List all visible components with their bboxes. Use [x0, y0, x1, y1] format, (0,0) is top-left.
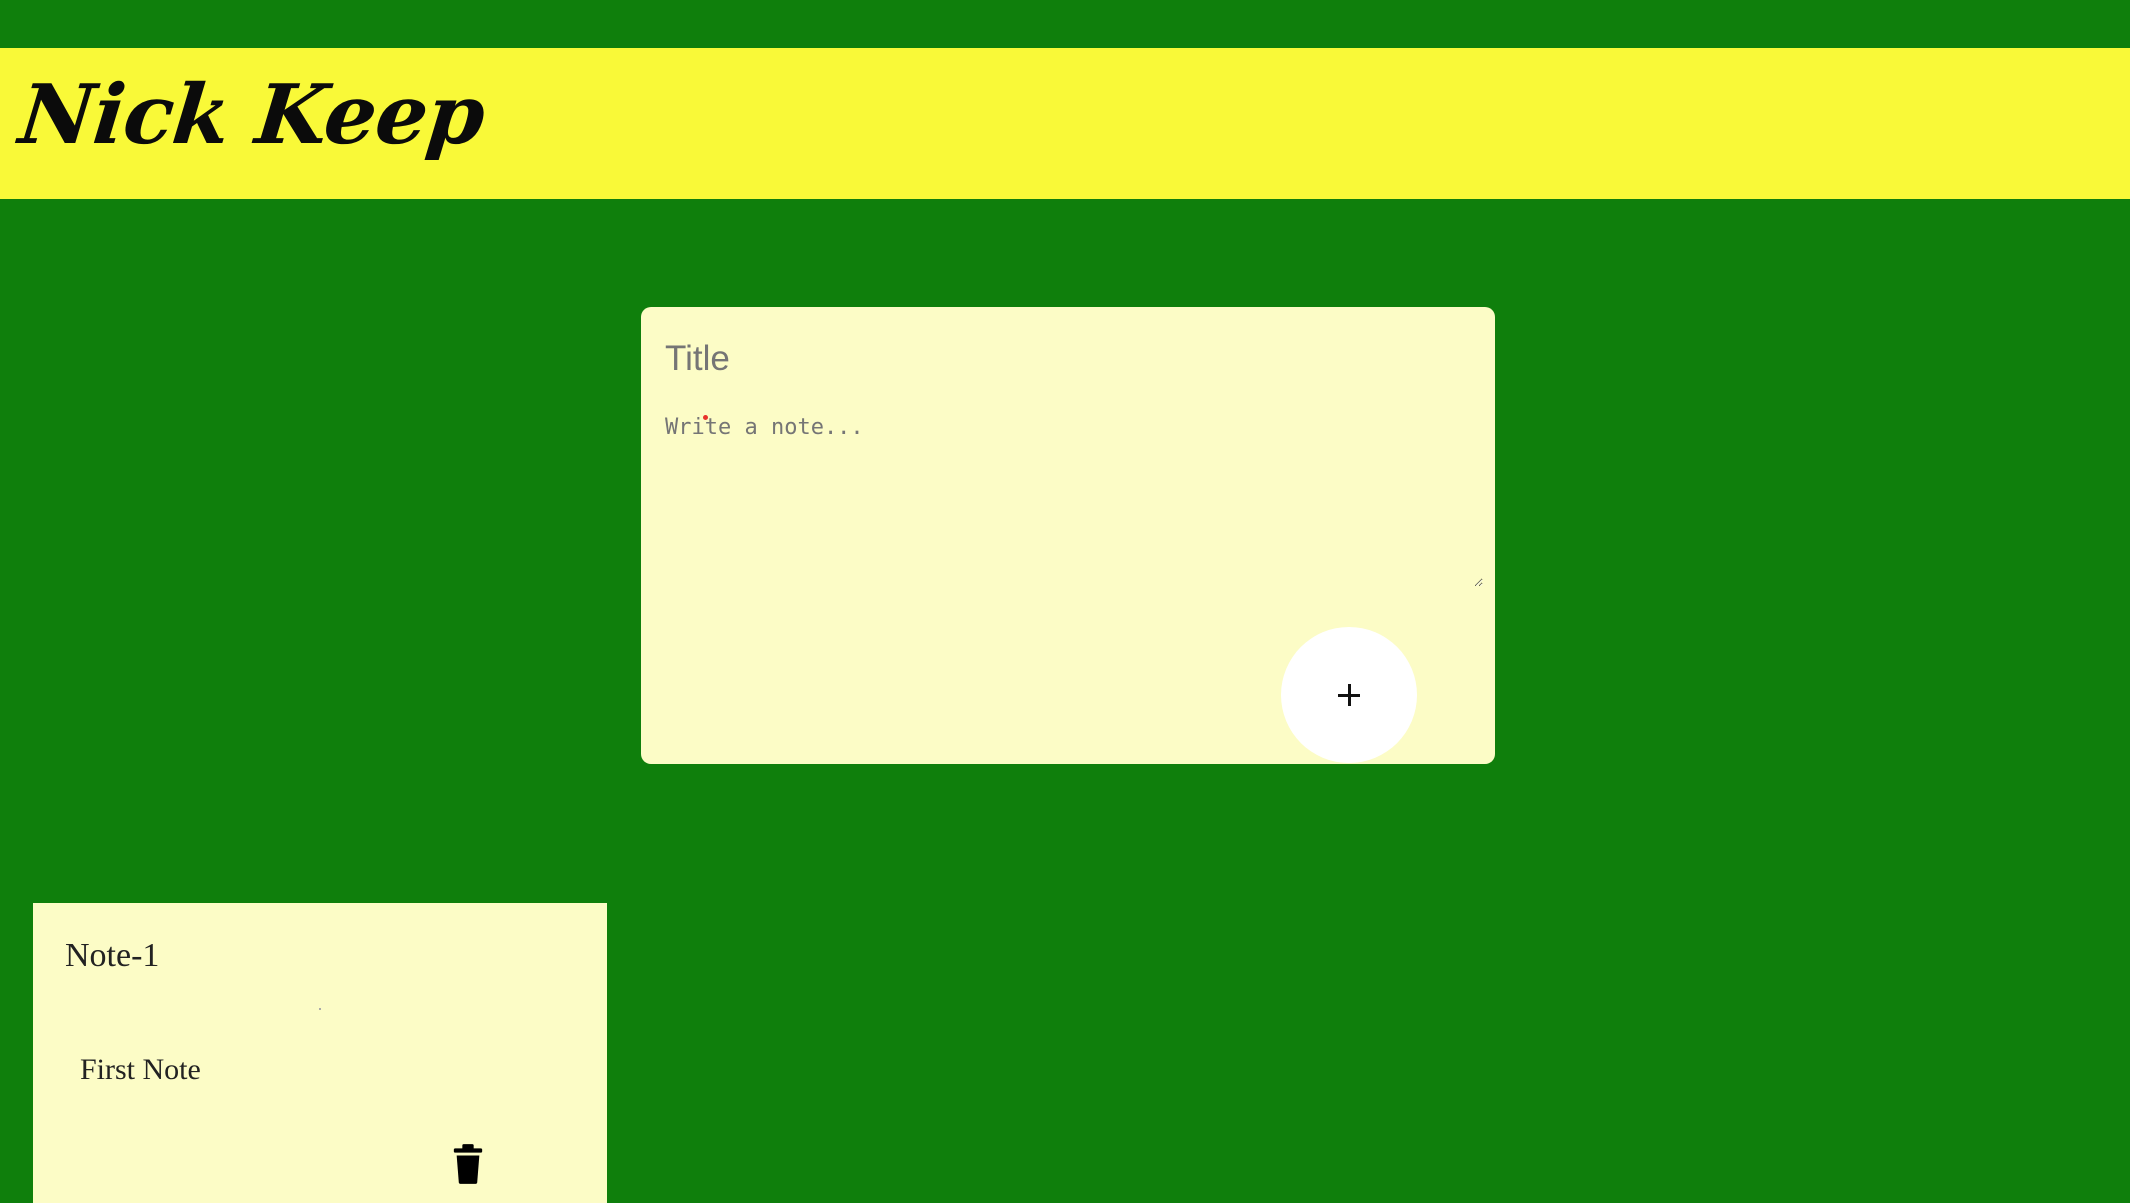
note-textarea[interactable] [665, 415, 1483, 587]
note-card: Note-1 First Note [33, 903, 607, 1203]
plus-icon [1338, 684, 1360, 706]
note-title: Note-1 [65, 937, 160, 974]
app-header: Nick Keep [0, 48, 2130, 199]
note-composer [641, 307, 1495, 764]
trash-icon [453, 1144, 483, 1184]
add-note-button[interactable] [1281, 627, 1417, 763]
note-content: First Note [80, 1053, 201, 1086]
delete-note-button[interactable] [451, 1144, 485, 1184]
cursor-indicator [703, 415, 708, 420]
title-input[interactable] [665, 327, 1465, 391]
app-logo: Nick Keep [14, 67, 489, 163]
divider-speck [319, 1008, 321, 1010]
